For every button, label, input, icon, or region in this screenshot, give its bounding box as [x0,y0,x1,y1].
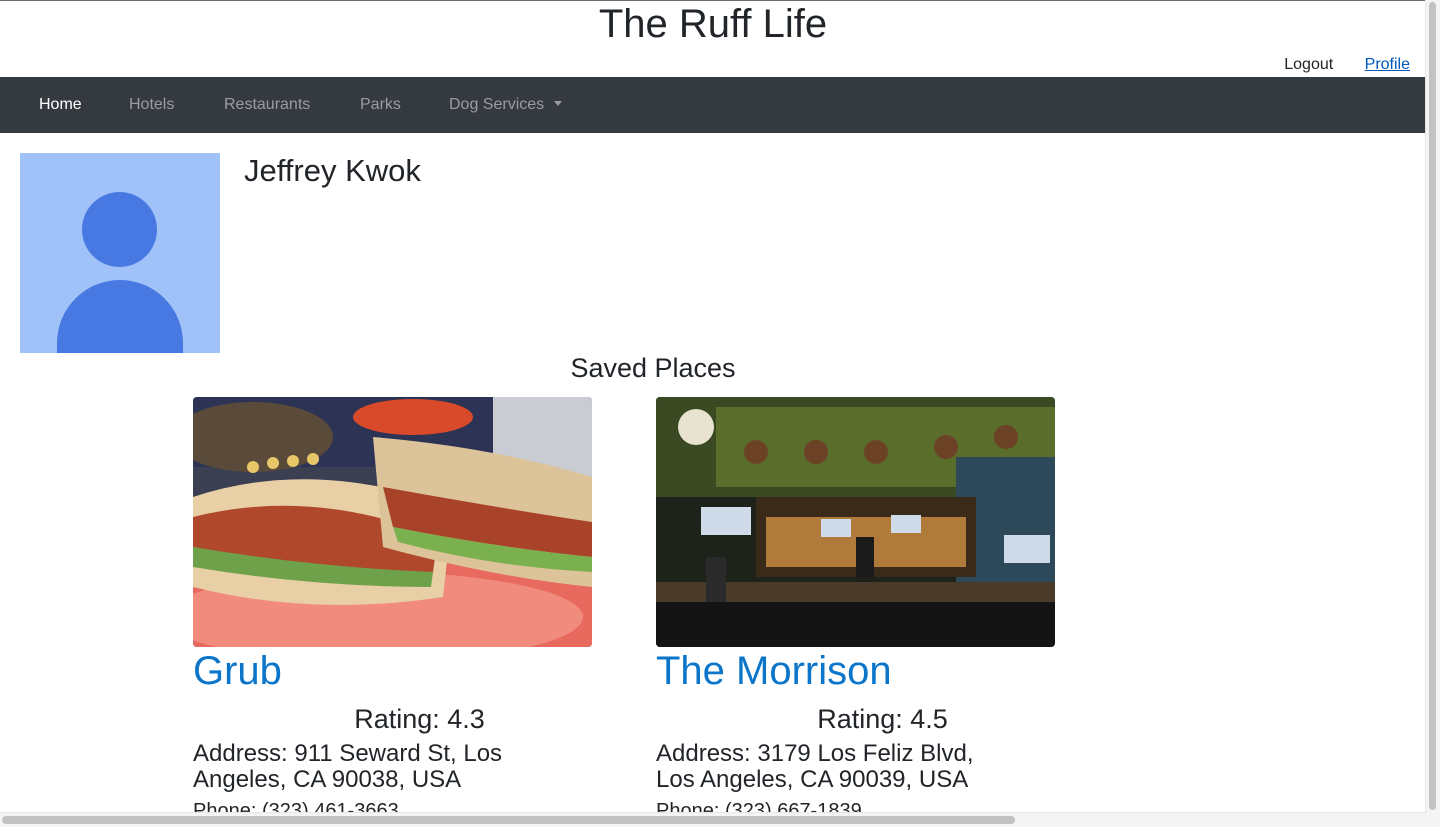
sandwich-photo[interactable] [193,397,592,647]
main-navbar: Home Hotels Restaurants Parks Dog Servic… [0,77,1426,133]
page: The Ruff Life Logout Profile Home Hotels… [0,0,1440,827]
place-name-link[interactable]: The Morrison [656,647,1055,695]
avatar-body [57,280,183,353]
vertical-scrollbar-thumb[interactable] [1429,2,1436,810]
profile-link[interactable]: Profile [1365,54,1410,76]
user-name: Jeffrey Kwok [244,153,421,188]
place-rating: Rating: 4.3 [354,704,485,734]
horizontal-scrollbar-thumb[interactable] [2,816,1015,824]
place-name-link[interactable]: Grub [193,647,592,695]
auth-links: Logout Profile [1257,54,1410,76]
site-title: The Ruff Life [598,2,828,46]
vertical-scrollbar[interactable] [1425,0,1440,827]
nav-item-parks[interactable]: Parks [360,77,401,133]
saved-places-heading: Saved Places [570,353,736,383]
nav-item-home[interactable]: Home [39,77,82,133]
logout-link[interactable]: Logout [1284,54,1333,76]
place-rating: Rating: 4.5 [817,704,948,734]
place-card: The Morrison Rating: 4.5 Address: 3179 L… [656,397,1055,823]
nav-item-restaurants[interactable]: Restaurants [224,77,310,133]
avatar-head [82,192,157,267]
place-card: Grub Rating: 4.3 Address: 911 Seward St,… [193,397,592,823]
dropdown-caret-icon [554,101,563,107]
nav-item-dog-services-label: Dog Services [449,96,545,113]
place-address: Address: 3179 Los Feliz Blvd, Los Angele… [656,740,974,793]
place-address: Address: 911 Seward St, Los Angeles, CA … [193,740,503,793]
nav-item-dog-services[interactable]: Dog Services [449,77,563,133]
user-avatar-icon [20,153,220,353]
bar-interior-photo[interactable] [656,397,1055,647]
horizontal-scrollbar[interactable] [0,812,1426,827]
nav-item-hotels[interactable]: Hotels [129,77,174,133]
